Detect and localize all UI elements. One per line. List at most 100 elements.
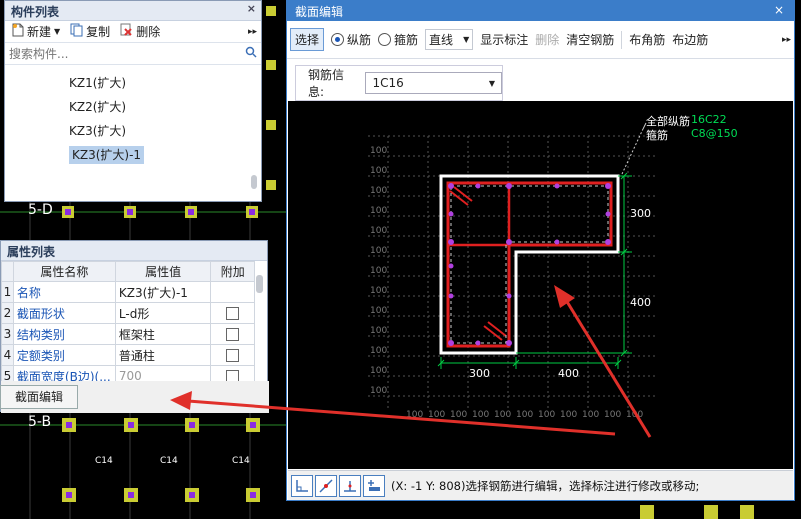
- list-item[interactable]: KZ1(扩大): [5, 71, 261, 95]
- new-button[interactable]: 新建 ▼: [9, 22, 63, 41]
- copy-icon: [70, 23, 83, 40]
- select-button[interactable]: 选择: [290, 28, 325, 51]
- search-icon[interactable]: [245, 46, 257, 61]
- dim-bottom-right[interactable]: 400: [558, 367, 579, 380]
- section-drawing: 100 100 100 100 100 100 100 100 100 100 …: [368, 122, 658, 420]
- rebar-info-dropdown[interactable]: 1C16 ▼: [365, 72, 502, 94]
- checkbox[interactable]: [226, 349, 240, 362]
- radio-checked-icon: [331, 33, 345, 46]
- svg-text:100: 100: [560, 410, 577, 420]
- corner-rebar-button[interactable]: 布角筋: [629, 31, 665, 48]
- scrollbar[interactable]: [251, 175, 257, 189]
- column-header-extra: 附加: [210, 261, 255, 282]
- dialog-title-bar: 截面编辑 ×: [287, 1, 794, 21]
- copy-button[interactable]: 复制: [67, 22, 113, 41]
- svg-text:100: 100: [370, 226, 387, 236]
- chevron-down-icon: ▼: [54, 27, 61, 36]
- svg-text:100: 100: [370, 186, 387, 196]
- svg-text:100: 100: [370, 306, 387, 316]
- axis-label-5d: 5-D: [28, 202, 53, 218]
- close-icon[interactable]: ×: [774, 3, 784, 17]
- chevron-down-icon: ▼: [463, 35, 470, 44]
- dialog-toolbar: 选择 纵筋 箍筋 直线 ▼ 显示标注 删除 清空钢筋 布角筋 布边筋 ▸▸: [287, 21, 794, 59]
- table-row[interactable]: 4 定额类别 普通柱: [1, 344, 255, 366]
- close-icon[interactable]: ×: [247, 2, 256, 15]
- legend-all-long-value[interactable]: 16C22: [691, 113, 727, 126]
- more-icon[interactable]: ▸▸: [248, 27, 257, 37]
- svg-text:100: 100: [370, 206, 387, 216]
- column-header-name: 属性名称: [12, 261, 116, 282]
- column-header-value: 属性值: [114, 261, 212, 282]
- svg-text:100: 100: [472, 410, 489, 420]
- svg-text:100: 100: [370, 166, 387, 176]
- dim-right-top[interactable]: 300: [630, 207, 651, 220]
- new-label: 新建: [27, 25, 52, 39]
- radio-unchecked-icon: [378, 33, 392, 46]
- scrollbar[interactable]: [256, 275, 263, 293]
- svg-text:100: 100: [370, 386, 387, 396]
- clear-rebar-button[interactable]: 清空钢筋: [566, 31, 614, 48]
- svg-text:100: 100: [516, 410, 533, 420]
- cad-tag: C14: [160, 456, 178, 466]
- copy-label: 复制: [86, 25, 111, 39]
- component-list-panel: 构件列表 × 新建 ▼ 复制 删除 ▸▸ KZ1(: [4, 0, 262, 202]
- section-edit-dialog: 截面编辑 × 选择 纵筋 箍筋 直线 ▼ 显示标注 删除 清空钢筋 布角筋 布边…: [286, 0, 795, 501]
- svg-text:100: 100: [538, 410, 555, 420]
- ortho-icon[interactable]: [291, 474, 313, 497]
- rebar-info-label: 钢筋信息:: [308, 68, 345, 99]
- svg-text:100: 100: [582, 410, 599, 420]
- table-row[interactable]: 3 结构类别 框架柱: [1, 323, 255, 345]
- delete-button[interactable]: 删除: [117, 22, 163, 41]
- svg-text:100: 100: [370, 146, 387, 156]
- line-type-dropdown[interactable]: 直线 ▼: [425, 29, 474, 50]
- legend-stirrup-value[interactable]: C8@150: [691, 127, 738, 140]
- right-strip: [795, 0, 801, 519]
- property-table: 属性名称 属性值 附加 1 名称 KZ3(扩大)-1 2 截面形状 L-d形 3…: [1, 261, 255, 387]
- svg-text:100: 100: [370, 266, 387, 276]
- snap-line-icon[interactable]: [315, 474, 337, 497]
- component-list-title-text: 构件列表: [11, 5, 60, 19]
- search-box: [5, 43, 261, 65]
- dim-bottom-left[interactable]: 300: [469, 367, 490, 380]
- perpendicular-icon[interactable]: [339, 474, 361, 497]
- svg-text:100: 100: [626, 410, 643, 420]
- delete-button[interactable]: 删除: [535, 31, 559, 48]
- show-annotation-button[interactable]: 显示标注: [480, 31, 528, 48]
- legend-stirrup-label: 箍筋: [646, 129, 668, 142]
- radio-stirrup[interactable]: 箍筋: [378, 31, 418, 48]
- dialog-title: 截面编辑: [295, 5, 344, 19]
- svg-text:100: 100: [604, 410, 621, 420]
- status-bar: (X: -1 Y: 808)选择钢筋进行编辑，选择标注进行修改或移动;: [288, 470, 793, 500]
- axis-label-5b: 5-B: [28, 414, 52, 430]
- checkbox[interactable]: [226, 307, 240, 320]
- search-input[interactable]: [9, 46, 245, 61]
- svg-text:100: 100: [370, 346, 387, 356]
- svg-text:100: 100: [370, 326, 387, 336]
- property-list-panel: 属性列表 属性名称 属性值 附加 1 名称 KZ3(扩大)-1 2 截面形状 L…: [0, 240, 269, 413]
- component-toolbar: 新建 ▼ 复制 删除 ▸▸: [5, 21, 261, 43]
- cad-tag: C14: [232, 456, 250, 466]
- list-item[interactable]: KZ2(扩大): [5, 95, 261, 119]
- svg-text:100: 100: [450, 410, 467, 420]
- svg-text:100: 100: [370, 246, 387, 256]
- edge-rebar-button[interactable]: 布边筋: [672, 31, 708, 48]
- list-item-selected[interactable]: KZ3(扩大)-1: [5, 143, 261, 167]
- section-canvas[interactable]: 100 100 100 100 100 100 100 100 100 100 …: [288, 101, 793, 469]
- checkbox[interactable]: [226, 328, 240, 341]
- dim-right-bottom[interactable]: 400: [630, 296, 651, 309]
- section-edit-button[interactable]: 截面编辑: [0, 385, 78, 409]
- table-row[interactable]: 2 截面形状 L-d形: [1, 302, 255, 324]
- svg-text:100: 100: [370, 366, 387, 376]
- table-row[interactable]: 1 名称 KZ3(扩大)-1: [1, 281, 255, 303]
- delete-icon: [120, 23, 133, 40]
- component-list-title: 构件列表 ×: [5, 1, 261, 21]
- property-list-title: 属性列表: [1, 241, 267, 261]
- chevron-down-icon: ▼: [488, 78, 495, 88]
- list-item[interactable]: KZ3(扩大): [5, 119, 261, 143]
- delete-label: 删除: [136, 25, 161, 39]
- more-icon[interactable]: ▸▸: [782, 35, 791, 45]
- radio-longitudinal[interactable]: 纵筋: [331, 31, 371, 48]
- rebar-info-row: 钢筋信息: 1C16 ▼: [295, 65, 503, 101]
- svg-text:100: 100: [494, 410, 511, 420]
- add-point-icon[interactable]: [363, 474, 385, 497]
